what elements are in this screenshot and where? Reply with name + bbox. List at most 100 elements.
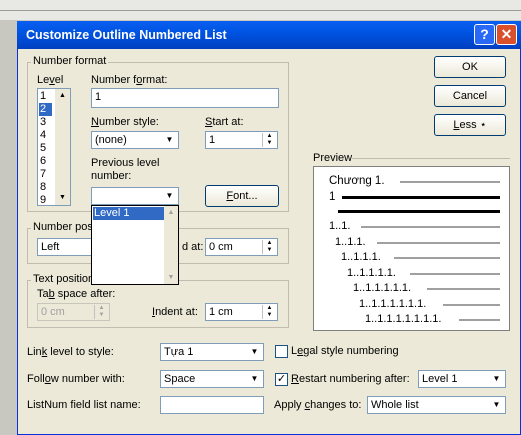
link-level-label: Link level to style:	[27, 346, 114, 358]
start-at-label: Start at:	[205, 116, 244, 128]
link-level-value: Tựa 1	[164, 346, 194, 358]
follow-number-select[interactable]: Space ▼	[160, 370, 264, 388]
preview-line-rule	[400, 181, 500, 183]
dropdown-item-level-1[interactable]: Level 1	[93, 207, 164, 220]
apply-changes-select[interactable]: Whole list ▼	[367, 396, 506, 414]
number-style-label: Number style:	[91, 116, 159, 128]
previous-level-label-2: number:	[91, 170, 132, 182]
preview-line-text: 1..1.1.1.1.	[347, 266, 396, 279]
tab-space-label: Tab space after:	[37, 288, 116, 300]
chevron-down-icon[interactable]: ▼	[162, 133, 177, 147]
scroll-down-icon[interactable]: ▼	[164, 271, 178, 284]
less-button[interactable]: Less ⋆	[434, 114, 506, 136]
background-divider	[0, 10, 521, 11]
text-position-group-label: Text position	[31, 273, 97, 285]
font-button[interactable]: Font...	[205, 185, 279, 207]
chevron-down-icon[interactable]: ▼	[247, 372, 262, 386]
legal-style-checkbox[interactable]	[275, 345, 288, 358]
preview-line-rule	[410, 272, 500, 275]
preview-line-text: 1..1.	[329, 220, 351, 232]
spin-arrows-icon[interactable]: ▲ ▼	[262, 133, 276, 147]
level-item[interactable]: 5	[39, 142, 46, 155]
aligned-at-value: 0 cm	[209, 241, 233, 253]
spin-arrows-icon[interactable]: ▲ ▼	[262, 240, 276, 254]
level-item[interactable]: 9	[39, 194, 46, 207]
spin-arrows-icon[interactable]: ▲ ▼	[94, 305, 108, 319]
indent-at-input[interactable]: 1 cm ▲ ▼	[205, 303, 278, 321]
apply-changes-label: Apply changes to:	[274, 399, 362, 411]
number-style-select[interactable]: (none) ▼	[91, 131, 179, 149]
follow-number-value: Space	[164, 373, 196, 385]
preview-line-rule	[338, 210, 500, 213]
previous-level-select[interactable]: ▼	[91, 187, 179, 205]
tab-space-value: 0 cm	[41, 306, 65, 318]
close-icon[interactable]: ✕	[496, 24, 517, 45]
preview-line-text: 1..1.1.1.1.1.	[353, 282, 412, 294]
indent-at-value: 1 cm	[209, 306, 233, 318]
dialog-title: Customize Outline Numbered List	[26, 28, 227, 42]
aligned-at-label: d at:	[182, 241, 204, 253]
legal-style-label: Legal style numbering	[291, 345, 399, 357]
chevron-down-icon[interactable]: ▼	[162, 189, 177, 203]
level-item[interactable]: 6	[39, 155, 46, 168]
listnum-input[interactable]	[160, 396, 264, 414]
preview-line-rule	[393, 257, 500, 259]
number-position-value: Left	[41, 241, 60, 253]
preview-label: Preview	[313, 152, 353, 164]
level-item[interactable]: 1	[39, 90, 46, 103]
restart-level-value: Level 1	[422, 373, 458, 385]
number-position-group-label: Number pos	[31, 221, 95, 233]
help-icon[interactable]: ?	[474, 24, 495, 45]
start-at-input[interactable]: 1 ▲ ▼	[205, 131, 278, 149]
link-level-select[interactable]: Tựa 1 ▼	[160, 343, 264, 361]
preview-line-rule	[377, 241, 500, 244]
level-label: Level	[37, 74, 64, 86]
preview-line-text: 1	[329, 191, 336, 203]
previous-level-label-1: Previous level	[91, 157, 160, 169]
cancel-button[interactable]: Cancel	[434, 85, 506, 107]
apply-changes-value: Whole list	[371, 399, 419, 411]
follow-number-label: Follow number with:	[27, 373, 125, 385]
chevron-down-icon[interactable]: ▼	[489, 372, 504, 386]
number-position-select[interactable]: Left	[37, 238, 93, 256]
preview-line-rule	[459, 319, 500, 321]
level-list-scrollbar[interactable]: ▲ ▼	[55, 89, 70, 205]
preview-label-line	[352, 158, 510, 159]
level-list[interactable]: ▲ ▼ 123456789	[37, 88, 71, 206]
preview-line-text: 1..1.1.1.1.1.1.1.	[365, 313, 442, 325]
restart-numbering-label: Restart numbering after:	[291, 373, 410, 385]
aligned-at-input[interactable]: 0 cm ▲ ▼	[205, 238, 278, 256]
tab-space-input[interactable]: 0 cm ▲ ▼	[37, 303, 110, 321]
scroll-up-icon[interactable]: ▲	[55, 89, 70, 103]
preview-pane: Chương 1. 1 1..1. 1..1.1. 1..1.1.1. 1..1.1.1.…	[313, 166, 510, 331]
preview-line-rule	[361, 226, 500, 228]
listnum-label: ListNum field list name:	[27, 399, 141, 411]
preview-line-rule	[426, 288, 500, 290]
dropdown-scrollbar[interactable]: ▲ ▼	[164, 206, 178, 284]
scroll-up-icon[interactable]: ▲	[164, 206, 178, 219]
scroll-down-icon[interactable]: ▼	[55, 191, 70, 205]
level-item[interactable]: 8	[39, 181, 46, 194]
level-item[interactable]: 4	[39, 129, 46, 142]
less-arrow-icon: ⋆	[479, 119, 487, 131]
number-format-label: Number format:	[91, 74, 168, 86]
number-format-group-label: Number format	[31, 55, 109, 67]
restart-level-select[interactable]: Level 1 ▼	[418, 370, 506, 388]
preview-line-rule	[342, 196, 500, 199]
level-item[interactable]: 2	[39, 103, 52, 116]
chevron-down-icon[interactable]: ▼	[247, 345, 262, 359]
chevron-down-icon[interactable]: ▼	[489, 398, 504, 412]
number-style-value: (none)	[95, 134, 127, 146]
preview-line-rule	[443, 303, 500, 306]
restart-numbering-checkbox[interactable]: ✓	[275, 373, 288, 386]
preview-line-text: Chương 1.	[329, 175, 385, 187]
previous-level-dropdown[interactable]: Level 1 ▲ ▼	[91, 205, 179, 285]
level-item[interactable]: 3	[39, 116, 46, 129]
preview-line-text: 1..1.1.	[335, 235, 366, 248]
indent-at-label: Indent at:	[152, 306, 198, 318]
spin-arrows-icon[interactable]: ▲ ▼	[262, 305, 276, 319]
number-format-input[interactable]: 1	[91, 88, 279, 108]
level-item[interactable]: 7	[39, 168, 46, 181]
preview-line-text: 1..1.1.1.1.1.1.	[359, 297, 427, 310]
ok-button[interactable]: OK	[434, 56, 506, 78]
